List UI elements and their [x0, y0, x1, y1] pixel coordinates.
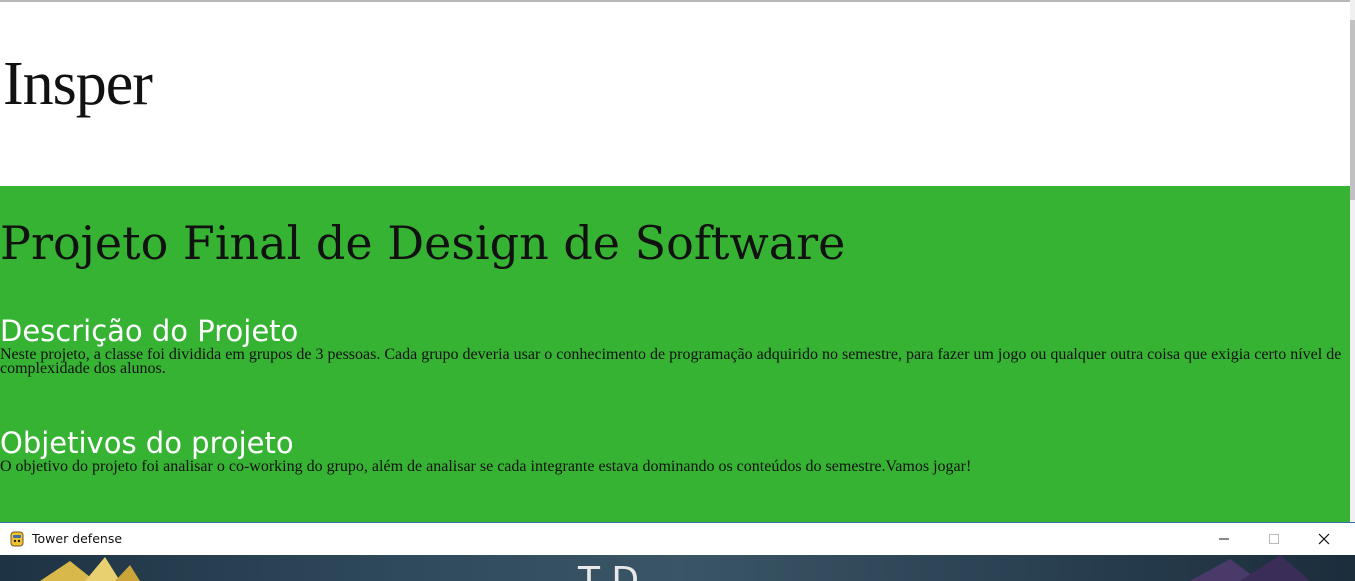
- maximize-icon: [1268, 530, 1280, 549]
- page-title: Projeto Final de Design de Software: [0, 216, 846, 270]
- logo-area: Insper: [0, 2, 1350, 186]
- close-icon: [1318, 530, 1330, 549]
- project-section: Projeto Final de Design de Software Desc…: [0, 186, 1350, 522]
- minimize-icon: [1218, 530, 1230, 549]
- window-title: Tower defense: [32, 531, 123, 546]
- description-heading: Descrição do Projeto: [0, 314, 299, 348]
- game-window-titlebar[interactable]: Tower defense: [0, 522, 1355, 555]
- close-button[interactable]: [1301, 523, 1347, 555]
- game-title-text: T D: [578, 560, 640, 581]
- objectives-heading: Objetivos do projeto: [0, 426, 294, 460]
- insper-logo[interactable]: Insper: [3, 49, 153, 119]
- game-canvas[interactable]: T D: [0, 555, 1355, 581]
- page-scrollbar[interactable]: [1350, 0, 1355, 522]
- maximize-button[interactable]: [1251, 523, 1297, 555]
- python-snake-icon: [9, 530, 25, 548]
- scrollbar-thumb[interactable]: [1350, 20, 1355, 200]
- objectives-text: O objetivo do projeto foi analisar o co-…: [0, 458, 972, 475]
- minimize-button[interactable]: [1201, 523, 1247, 555]
- description-text: Neste projeto, a classe foi dividida em …: [0, 346, 1342, 377]
- game-background-art: [40, 555, 1310, 581]
